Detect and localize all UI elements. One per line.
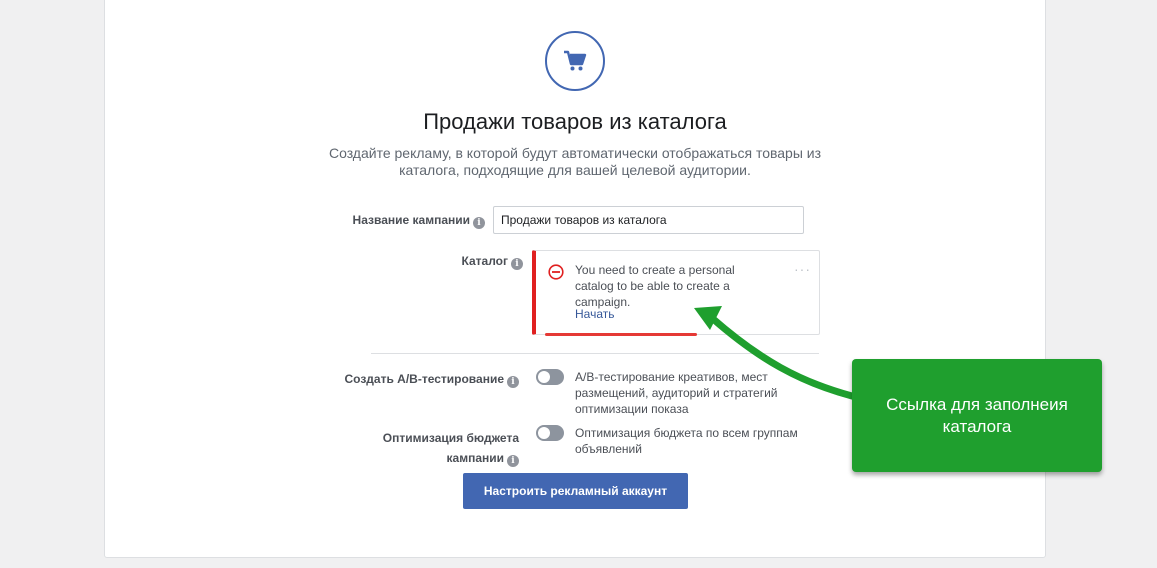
annotation-arrow <box>694 306 856 400</box>
annotation-callout: Ссылка для заполнеия каталога <box>852 359 1102 472</box>
